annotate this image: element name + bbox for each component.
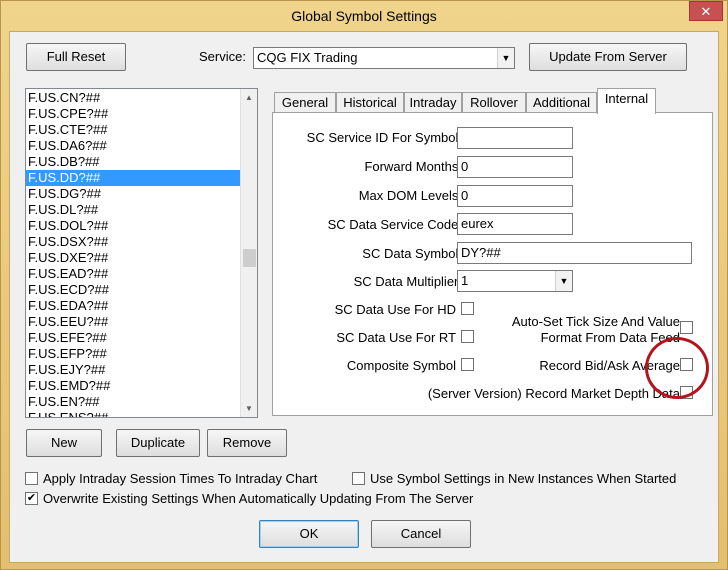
list-item[interactable]: F.US.EAD?## <box>26 266 241 282</box>
service-select[interactable]: CQG FIX Trading ▼ <box>253 47 515 69</box>
sc-data-service-code-input[interactable]: eurex <box>457 213 573 235</box>
dialog-client-area: Full Reset Service: CQG FIX Trading ▼ Up… <box>9 31 719 563</box>
list-item[interactable]: F.US.EFP?## <box>26 346 241 362</box>
sc-data-symbol-label: SC Data Symbol: <box>362 246 462 261</box>
list-item[interactable]: F.US.DB?## <box>26 154 241 170</box>
use-for-hd-label: SC Data Use For HD <box>334 302 456 317</box>
sc-data-service-code-label: SC Data Service Code: <box>327 217 462 232</box>
window-title: Global Symbol Settings <box>291 8 437 24</box>
tab-general[interactable]: General <box>274 92 336 113</box>
sc-data-multiplier-select[interactable]: 1 ▼ <box>457 270 573 292</box>
ok-button[interactable]: OK <box>259 520 359 548</box>
record-market-depth-label: (Server Version) Record Market Depth Dat… <box>427 386 680 401</box>
sc-service-id-label: SC Service ID For Symbol: <box>306 130 462 145</box>
full-reset-button[interactable]: Full Reset <box>26 43 126 71</box>
sc-data-multiplier-label: SC Data Multiplier: <box>353 274 462 289</box>
duplicate-button[interactable]: Duplicate <box>116 429 200 457</box>
composite-symbol-label: Composite Symbol <box>346 358 456 373</box>
auto-set-tick-label-line1: Auto-Set Tick Size And Value <box>511 314 680 329</box>
list-item[interactable]: F.US.EEU?## <box>26 314 241 330</box>
list-item-selected[interactable]: F.US.DD?## <box>26 170 241 186</box>
use-symbol-settings-checkbox[interactable] <box>352 472 365 485</box>
overwrite-existing-checkbox[interactable]: ✔ <box>25 492 38 505</box>
max-dom-levels-label: Max DOM Levels: <box>358 188 462 203</box>
apply-intraday-label: Apply Intraday Session Times To Intraday… <box>43 471 318 486</box>
service-value: CQG FIX Trading <box>257 50 358 65</box>
list-item[interactable]: F.US.CPE?## <box>26 106 241 122</box>
list-item[interactable]: F.US.ENS?## <box>26 410 241 417</box>
forward-months-input[interactable]: 0 <box>457 156 573 178</box>
title-bar[interactable]: Global Symbol Settings ✕ <box>1 1 727 31</box>
sc-data-symbol-input[interactable]: DY?## <box>457 242 692 264</box>
global-symbol-settings-window: Global Symbol Settings ✕ Full Reset Serv… <box>0 0 728 570</box>
use-for-hd-checkbox[interactable] <box>461 302 474 315</box>
list-item[interactable]: F.US.DSX?## <box>26 234 241 250</box>
list-item[interactable]: F.US.ECD?## <box>26 282 241 298</box>
symbol-listbox[interactable]: F.US.CN?## F.US.CPE?## F.US.CTE?## F.US.… <box>25 88 258 418</box>
tab-additional[interactable]: Additional <box>526 92 597 113</box>
forward-months-label: Forward Months: <box>364 159 462 174</box>
list-item[interactable]: F.US.DL?## <box>26 202 241 218</box>
cancel-button[interactable]: Cancel <box>371 520 471 548</box>
list-item[interactable]: F.US.DA6?## <box>26 138 241 154</box>
tab-rollover[interactable]: Rollover <box>462 92 526 113</box>
max-dom-levels-input[interactable]: 0 <box>457 185 573 207</box>
list-item[interactable]: F.US.EN?## <box>26 394 241 410</box>
tab-internal[interactable]: Internal <box>597 88 656 114</box>
chevron-down-icon: ▼ <box>497 48 514 68</box>
list-item[interactable]: F.US.CTE?## <box>26 122 241 138</box>
scroll-up-icon[interactable]: ▲ <box>241 89 257 106</box>
chevron-down-icon: ▼ <box>555 271 572 291</box>
new-button[interactable]: New <box>26 429 102 457</box>
list-item[interactable]: F.US.DXE?## <box>26 250 241 266</box>
sc-service-id-input[interactable] <box>457 127 573 149</box>
list-item[interactable]: F.US.EDA?## <box>26 298 241 314</box>
tab-historical[interactable]: Historical <box>336 92 404 113</box>
auto-set-tick-checkbox[interactable] <box>680 321 693 334</box>
highlight-circle-annotation <box>645 337 709 399</box>
use-symbol-settings-label: Use Symbol Settings in New Instances Whe… <box>370 471 677 486</box>
list-item[interactable]: F.US.EJY?## <box>26 362 241 378</box>
use-for-rt-checkbox[interactable] <box>461 330 474 343</box>
close-button[interactable]: ✕ <box>689 1 723 21</box>
list-item[interactable]: F.US.DOL?## <box>26 218 241 234</box>
tab-intraday[interactable]: Intraday <box>404 92 462 113</box>
remove-button[interactable]: Remove <box>207 429 287 457</box>
scroll-down-icon[interactable]: ▼ <box>241 400 257 417</box>
list-item[interactable]: F.US.EMD?## <box>26 378 241 394</box>
list-item[interactable]: F.US.CN?## <box>26 90 241 106</box>
list-item[interactable]: F.US.DG?## <box>26 186 241 202</box>
service-label: Service: <box>199 49 246 64</box>
use-for-rt-label: SC Data Use For RT <box>336 330 456 345</box>
sc-data-multiplier-value: 1 <box>461 273 469 288</box>
composite-symbol-checkbox[interactable] <box>461 358 474 371</box>
list-item[interactable]: F.US.EFE?## <box>26 330 241 346</box>
overwrite-existing-label: Overwrite Existing Settings When Automat… <box>43 491 474 506</box>
list-scrollbar[interactable]: ▲ ▼ <box>240 89 257 417</box>
scroll-thumb[interactable] <box>243 249 256 267</box>
update-from-server-button[interactable]: Update From Server <box>529 43 687 71</box>
apply-intraday-checkbox[interactable] <box>25 472 38 485</box>
